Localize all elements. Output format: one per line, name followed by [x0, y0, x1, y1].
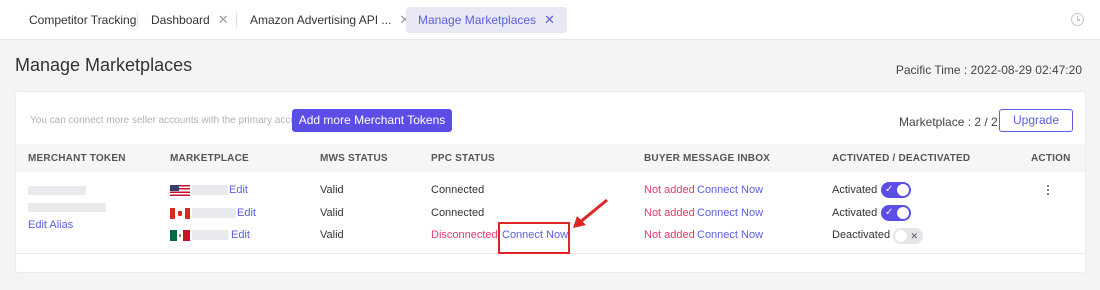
clock-icon[interactable] — [1071, 13, 1084, 26]
pacific-time: Pacific Time : 2022-08-29 02:47:20 — [895, 63, 1082, 77]
close-icon: ✕ — [910, 231, 918, 241]
column-header: BUYER MESSAGE INBOX — [644, 153, 771, 164]
activation-status: Activated — [832, 207, 878, 219]
edit-marketplace-link[interactable]: Edit — [237, 207, 256, 219]
tab-competitor-tracking[interactable]: Competitor Tracking — [17, 7, 148, 33]
ca-flag-icon — [170, 208, 190, 219]
inbox-connect-now-link[interactable]: Connect Now — [697, 184, 763, 196]
annotation-arrow-icon — [573, 198, 608, 228]
mx-flag-icon — [170, 230, 190, 241]
column-header: MERCHANT TOKEN — [28, 153, 126, 164]
marketplaces-card: You can connect more seller accounts wit… — [15, 91, 1086, 273]
activation-status: Activated — [832, 184, 878, 196]
hint-text: You can connect more seller accounts wit… — [30, 115, 310, 126]
tab-label: Manage Marketplaces — [418, 13, 537, 27]
mws-status: Valid — [320, 207, 344, 219]
column-header: ACTIVATED / DEACTIVATED — [832, 153, 971, 164]
toggle-knob — [897, 184, 909, 196]
tab-dashboard[interactable]: Dashboard ✕ — [139, 7, 241, 33]
ppc-status: Connected — [431, 207, 485, 219]
column-header: MWS STATUS — [320, 153, 388, 164]
check-icon: ✓ — [885, 207, 894, 218]
more-vertical-icon[interactable] — [1046, 185, 1050, 197]
close-icon[interactable]: ✕ — [218, 12, 229, 27]
page-title: Manage Marketplaces — [15, 55, 193, 75]
tab-divider — [137, 13, 138, 27]
inbox-status: Not added — [644, 229, 695, 241]
annotation-highlight-box — [498, 222, 570, 254]
marketplace-count: Marketplace : 2 / 2 — [899, 115, 998, 129]
activation-toggle[interactable]: ✓ — [881, 182, 911, 198]
add-merchant-tokens-button[interactable]: Add more Merchant Tokens — [292, 109, 452, 132]
edit-alias-link[interactable]: Edit Alias — [28, 219, 73, 231]
ppc-status: Connected — [431, 184, 485, 196]
tab-bar: Competitor Tracking Dashboard ✕ Amazon Ad… — [0, 0, 1100, 40]
tab-label: Dashboard — [151, 13, 210, 27]
tab-label: Competitor Tracking — [29, 13, 137, 27]
inbox-connect-now-link[interactable]: Connect Now — [697, 207, 763, 219]
ppc-status: Disconnected — [431, 229, 498, 241]
close-icon[interactable]: ✕ — [544, 12, 555, 27]
upgrade-button[interactable]: Upgrade — [999, 109, 1073, 132]
redacted-marketplace — [192, 185, 228, 195]
tab-amazon-advertising-api[interactable]: Amazon Advertising API ... ✕ — [238, 7, 422, 33]
toggle-knob — [895, 230, 907, 242]
activation-toggle[interactable]: ✕ — [893, 228, 923, 244]
table-header: MERCHANT TOKEN MARKETPLACE MWS STATUS PP… — [16, 144, 1085, 172]
mws-status: Valid — [320, 184, 344, 196]
column-header: PPC STATUS — [431, 153, 495, 164]
tab-label: Amazon Advertising API ... — [250, 13, 392, 27]
toggle-knob — [897, 207, 909, 219]
inbox-status: Not added — [644, 184, 695, 196]
edit-marketplace-link[interactable]: Edit — [231, 229, 250, 241]
redacted-marketplace — [192, 230, 228, 240]
mws-status: Valid — [320, 229, 344, 241]
column-header: MARKETPLACE — [170, 153, 249, 164]
us-flag-icon — [170, 185, 190, 196]
activation-status: Deactivated — [832, 229, 891, 241]
redacted-token — [28, 186, 86, 195]
tab-manage-marketplaces[interactable]: Manage Marketplaces ✕ — [406, 7, 567, 33]
check-icon: ✓ — [885, 184, 894, 195]
edit-marketplace-link[interactable]: Edit — [229, 184, 248, 196]
tab-divider — [236, 13, 237, 27]
inbox-connect-now-link[interactable]: Connect Now — [697, 229, 763, 241]
activation-toggle[interactable]: ✓ — [881, 205, 911, 221]
inbox-status: Not added — [644, 207, 695, 219]
column-header: ACTION — [1031, 153, 1071, 164]
redacted-token — [28, 203, 106, 212]
redacted-marketplace — [192, 208, 236, 218]
